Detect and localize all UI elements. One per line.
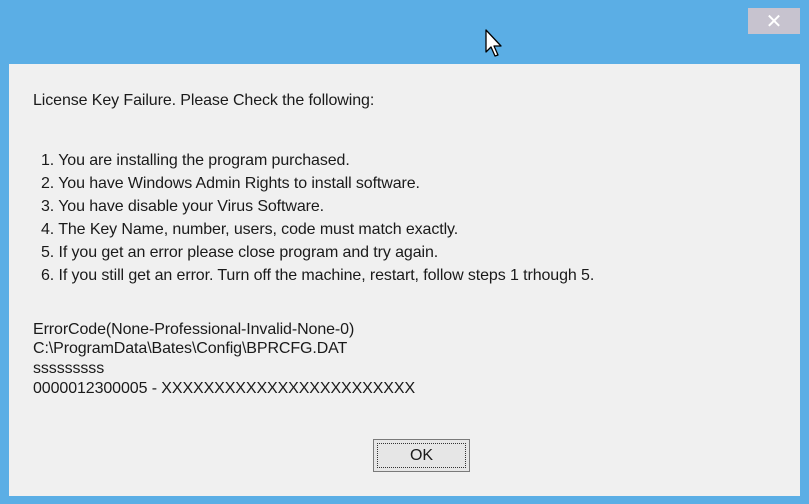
mouse-pointer-icon (485, 29, 502, 57)
step-item: 3. You have disable your Virus Software. (41, 198, 325, 215)
step-item: 6. If you still get an error. Turn off t… (41, 267, 595, 284)
close-icon: ✕ (765, 9, 783, 33)
step-item: 1. You are installing the program purcha… (41, 152, 350, 169)
license-key: 0000012300005 - XXXXXXXXXXXXXXXXXXXXXXXX (33, 380, 416, 397)
step-item: 2. You have Windows Admin Rights to inst… (41, 175, 420, 192)
step-item: 5. If you get an error please close prog… (41, 244, 439, 261)
message-heading: License Key Failure. Please Check the fo… (33, 92, 375, 109)
config-path: C:\ProgramData\Bates\Config\BPRCFG.DAT (33, 340, 348, 357)
dialog-window: ✕ License Key Failure. Please Check the … (0, 0, 809, 504)
error-code: ErrorCode(None-Professional-Invalid-None… (33, 321, 355, 338)
title-bar[interactable]: ✕ (0, 0, 809, 64)
step-item: 4. The Key Name, number, users, code mus… (41, 221, 459, 238)
close-button[interactable]: ✕ (748, 8, 800, 34)
dialog-body: License Key Failure. Please Check the fo… (9, 64, 800, 496)
ok-button[interactable]: OK (373, 439, 470, 472)
user-name: sssssssss (33, 360, 105, 377)
